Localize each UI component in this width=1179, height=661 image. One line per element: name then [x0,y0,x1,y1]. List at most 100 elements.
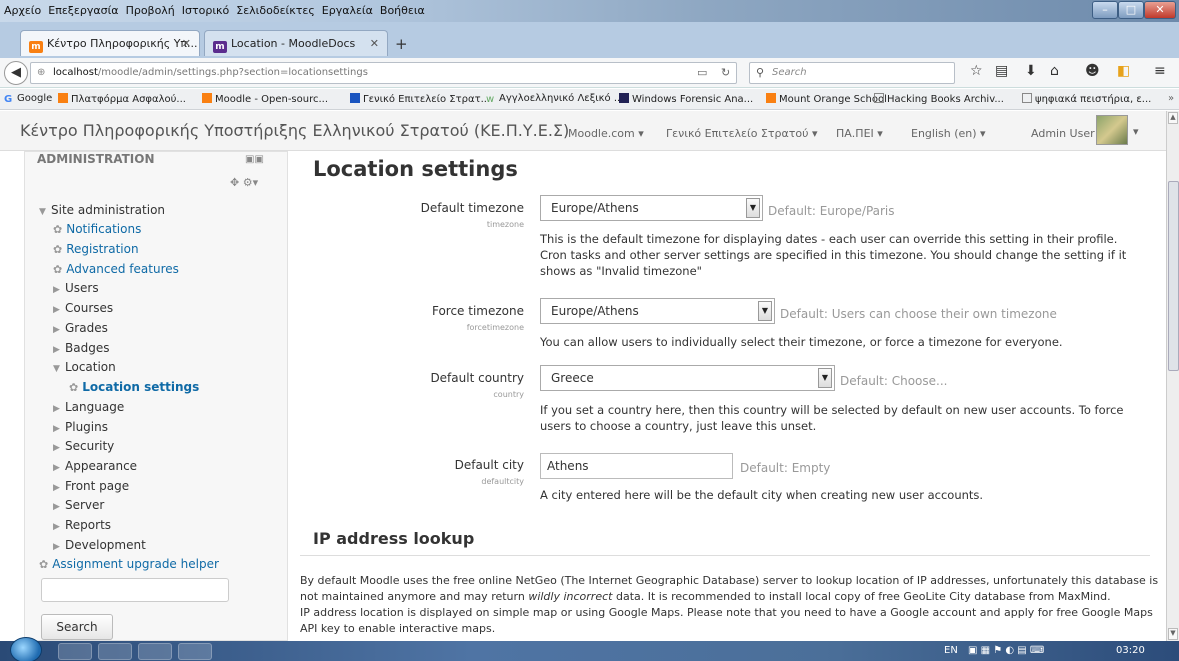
block-collapse-icon[interactable]: ▣▣ [245,154,264,165]
nav-papei[interactable]: ΠΑ.ΠΕΙ ▾ [836,127,883,140]
app-taskbar-icon[interactable] [138,643,172,660]
tree-language[interactable]: ▶ Language [53,400,124,414]
administration-block: ADMINISTRATION ▣▣ ✥ ⚙▾ ▼ Site administrat… [24,151,288,641]
collapsed-arrow-icon: ▶ [53,542,60,552]
menu-edit[interactable]: Επεξεργασία [48,4,118,17]
tree-server[interactable]: ▶ Server [53,498,104,512]
tree-plugins[interactable]: ▶ Plugins [53,420,108,434]
bookmark-moodle[interactable]: Moodle - Open-sourc... [202,93,328,105]
maximize-button[interactable]: □ [1118,1,1144,19]
menu-help[interactable]: Βοήθεια [380,4,425,17]
bookmark-platform[interactable]: Πλατφόρμα Ασφαλού... [58,93,186,105]
close-tab-icon[interactable]: ✕ [370,37,379,50]
back-button[interactable]: ◀ [4,61,28,85]
setting-description: You can allow users to individually sele… [540,335,1063,349]
gear-icon: ✿ [69,381,79,394]
reader-view-icon[interactable]: ▭ [697,66,707,79]
tab-moodle-site[interactable]: m Κέντρο Πληροφορικής Υπ... ✕ [20,30,200,56]
bookmark-star-icon[interactable]: ☆ [970,63,983,79]
collapsed-arrow-icon: ▶ [53,463,60,473]
tree-grades[interactable]: ▶ Grades [53,321,108,335]
scroll-down-icon[interactable]: ▼ [1168,628,1178,640]
user-menu-chevron-icon[interactable]: ▾ [1133,125,1139,138]
collapsed-arrow-icon: ▶ [53,424,60,434]
user-name[interactable]: Admin User [1031,127,1095,140]
navigation-toolbar: ◀ ⊕ localhost/moodle/admin/settings.php?… [0,58,1179,88]
bookmark-forensic[interactable]: Windows Forensic Ana... [619,93,753,105]
reload-icon[interactable]: ↻ [721,66,730,79]
explorer-taskbar-icon[interactable] [178,643,212,660]
block-move-gear-icon[interactable]: ✥ ⚙▾ [230,176,258,189]
tree-reports[interactable]: ▶ Reports [53,518,111,532]
page-icon [1022,93,1032,103]
section-heading: IP address lookup [313,529,475,548]
bookmark-digital-evidence[interactable]: ψηφιακά πειστήρια, ε... [1022,93,1151,105]
start-button[interactable] [10,637,42,661]
tree-appearance[interactable]: ▶ Appearance [53,459,137,473]
tree-security[interactable]: ▶ Security [53,439,114,453]
chat-icon[interactable]: ☻ [1085,63,1100,79]
search-bar[interactable]: ⚲ Search [749,62,955,84]
tree-advanced-features[interactable]: ✿ Advanced features [53,262,179,276]
menu-bookmarks[interactable]: Σελιδοδείκτες [236,4,315,17]
hamburger-menu-icon[interactable]: ≡ [1154,63,1166,79]
tree-courses[interactable]: ▶ Courses [53,301,113,315]
pocket-icon[interactable]: ◧ [1117,63,1130,79]
collapsed-arrow-icon: ▶ [53,483,60,493]
admin-search-button[interactable]: Search [41,614,113,640]
tree-location[interactable]: ▼ Location [53,360,116,374]
setting-key: timezone [486,220,524,229]
menu-file[interactable]: Αρχείο [4,4,41,17]
country-select[interactable]: Greece ▼ [540,365,835,391]
avatar[interactable] [1096,115,1128,145]
bookmark-mount-orange[interactable]: Mount Orange School [766,93,887,105]
chrome-taskbar-icon[interactable] [58,643,92,660]
more-bookmarks-icon[interactable]: » [1168,93,1174,104]
bookmark-hacking-books[interactable]: Hacking Books Archiv... [874,93,1004,105]
menu-history[interactable]: Ιστορικό [182,4,230,17]
tree-site-administration[interactable]: ▼ Site administration [39,203,165,217]
language-indicator[interactable]: EN [944,645,958,656]
tree-notifications[interactable]: ✿ Notifications [53,222,141,236]
section-divider [300,555,1150,556]
bookmark-google[interactable]: G Google [4,93,52,105]
tree-assignment-upgrade-helper[interactable]: ✿ Assignment upgrade helper [39,557,219,571]
menu-tools[interactable]: Εργαλεία [322,4,373,17]
admin-search-input[interactable] [41,578,229,602]
tree-location-settings[interactable]: ✿ Location settings [69,380,199,394]
close-tab-icon[interactable]: ✕ [182,37,191,50]
tree-users[interactable]: ▶ Users [53,281,99,295]
nav-moodle-com[interactable]: Moodle.com ▾ [568,127,644,140]
nav-language[interactable]: English (en) ▾ [911,127,986,140]
tab-moodledocs[interactable]: m Location - MoodleDocs ✕ [204,30,388,56]
scroll-up-icon[interactable]: ▲ [1168,112,1178,124]
minimize-button[interactable]: – [1092,1,1118,19]
tree-badges[interactable]: ▶ Badges [53,341,109,355]
clock[interactable]: 03:20 [1116,645,1145,656]
bookmark-geetha[interactable]: Γενικό Επιτελείο Στρατ... [350,93,490,105]
menu-view[interactable]: Προβολή [126,4,175,17]
setting-default: Default: Empty [740,461,831,475]
close-window-button[interactable]: ✕ [1144,1,1176,19]
bookmark-dictionary[interactable]: w Αγγλοελληνικό Λεξικό ... [486,93,623,105]
new-tab-button[interactable]: + [395,35,408,53]
site-name[interactable]: Κέντρο Πληροφορικής Υποστήριξης Ελληνικο… [20,121,569,140]
firefox-taskbar-icon[interactable] [98,643,132,660]
tree-front-page[interactable]: ▶ Front page [53,479,129,493]
scroll-thumb[interactable] [1168,181,1179,371]
bookmarks-bar: G Google Πλατφόρμα Ασφαλού... Moodle - Op… [0,89,1179,110]
nav-general-staff[interactable]: Γενικό Επιτελείο Στρατού ▾ [666,127,817,140]
url-bar[interactable]: ⊕ localhost/moodle/admin/settings.php?se… [30,62,737,84]
default-city-input[interactable]: Athens [540,453,733,479]
home-icon[interactable]: ⌂ [1050,63,1059,79]
collapsed-arrow-icon: ▶ [53,305,60,315]
downloads-icon[interactable]: ⬇ [1025,63,1037,79]
tree-registration[interactable]: ✿ Registration [53,242,139,256]
bookmarks-menu-icon[interactable]: ▤ [995,63,1008,79]
tray-icons[interactable]: ▣ ▦ ⚑ ◐ ▤ ⌨ [968,645,1044,656]
setting-default: Default: Choose... [840,374,948,388]
timezone-select[interactable]: Europe/Athens ▼ [540,195,763,221]
page-scrollbar[interactable]: ▲ ▼ [1166,111,1179,641]
tree-development[interactable]: ▶ Development [53,538,146,552]
force-timezone-select[interactable]: Europe/Athens ▼ [540,298,775,324]
